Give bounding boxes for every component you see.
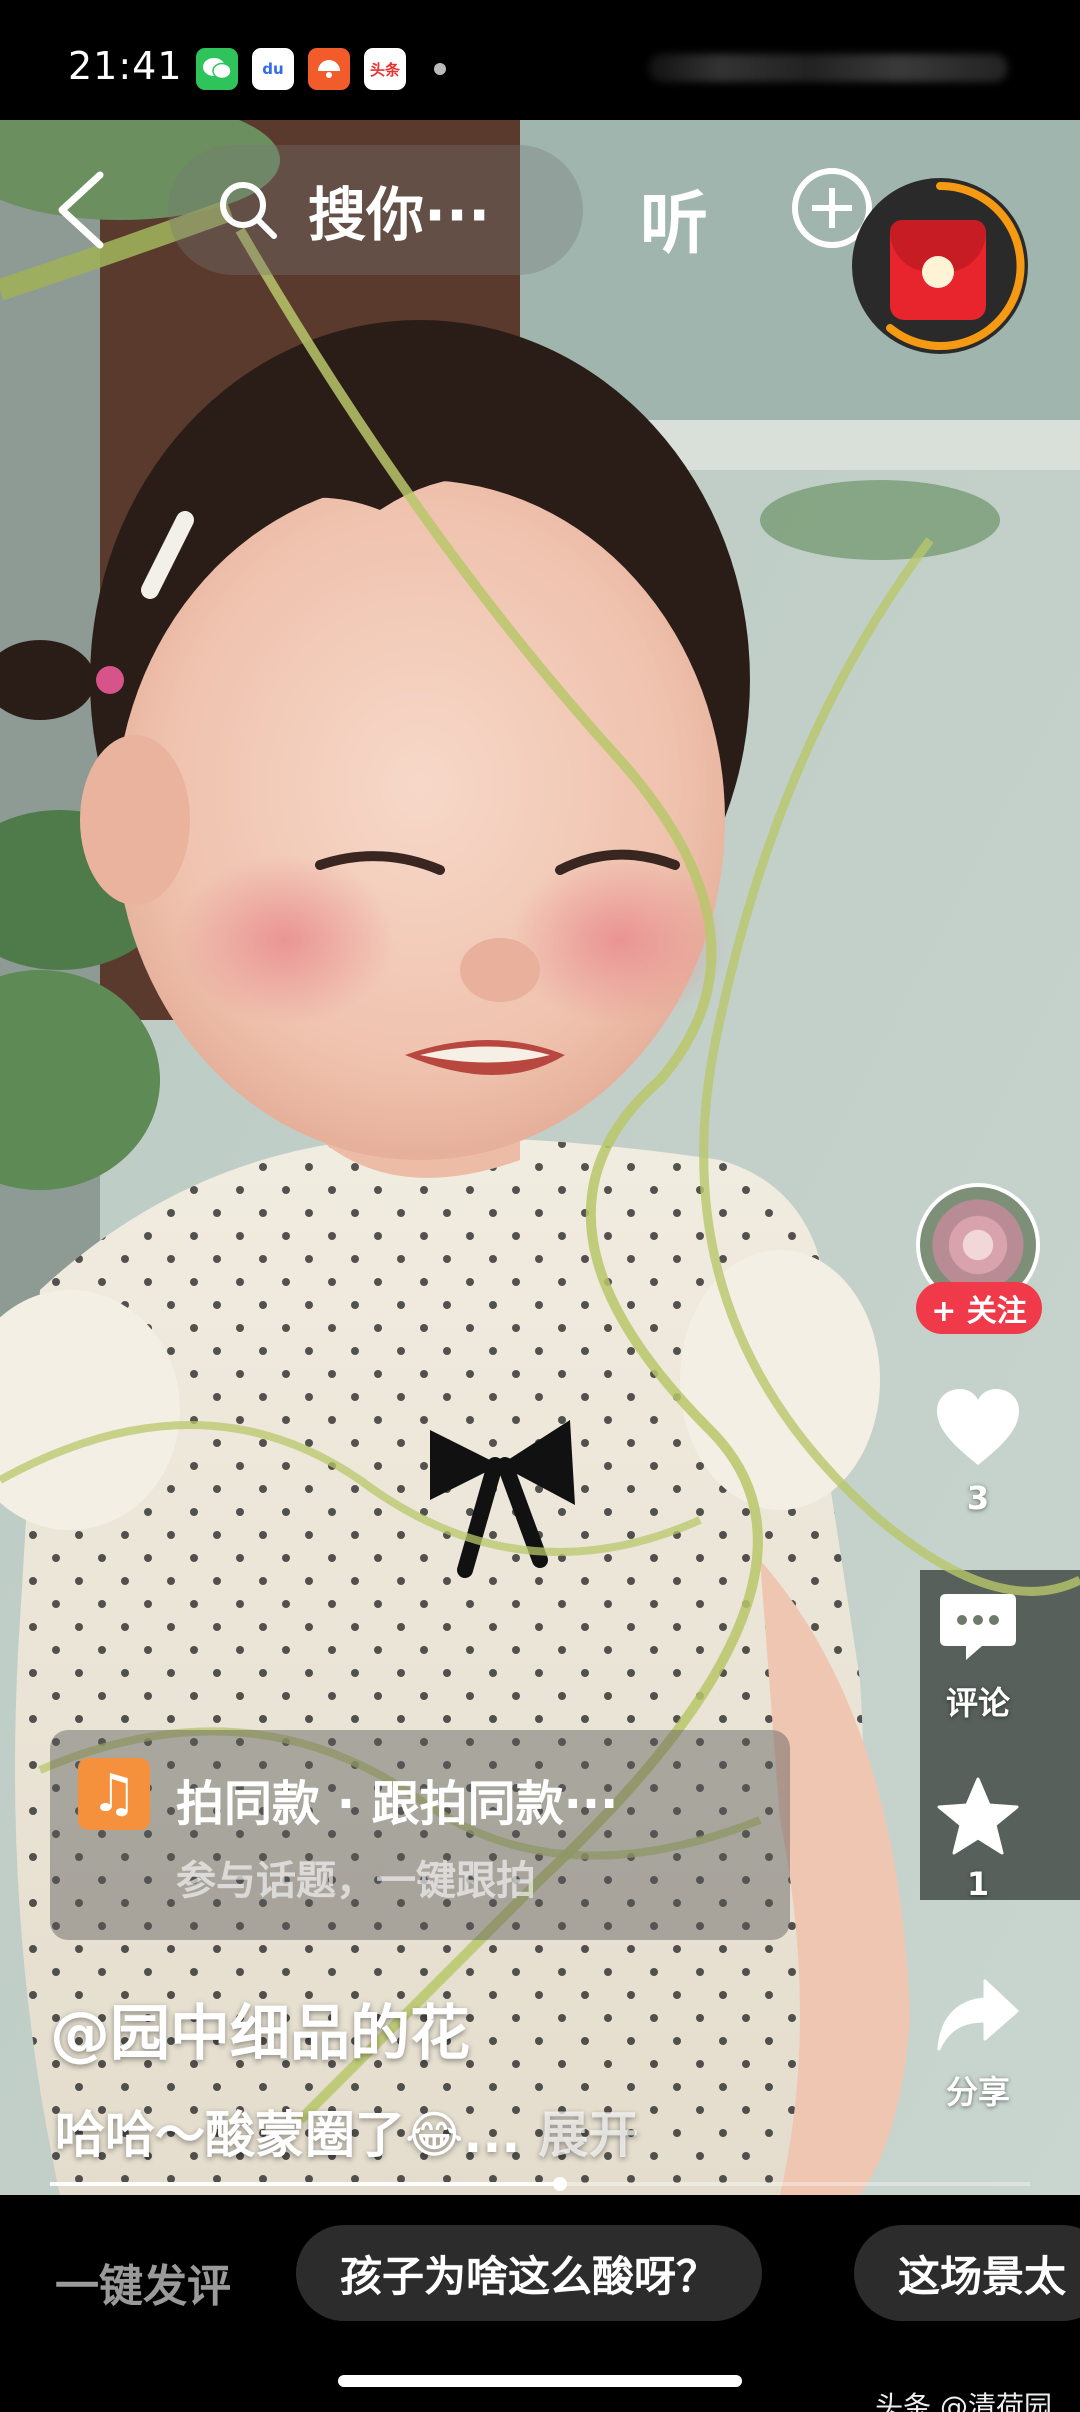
quick-comment-label: 一键发评 [55, 2261, 231, 2312]
search-text: 搜你··· [308, 181, 491, 249]
toutiao-notification-icon: 头条 [364, 48, 406, 90]
status-time: 21:41 [68, 44, 183, 88]
source-watermark: 头条 @清荷园 [875, 2390, 1052, 2412]
like-count: 3 [966, 1479, 990, 1517]
more-notifications-dot [434, 63, 446, 75]
like-button[interactable]: 3 [918, 1385, 1038, 1517]
comment-icon [940, 1594, 1016, 1660]
comment-bar: 一键发评 孩子为啥这么酸呀？ 这场景太 [0, 2195, 1080, 2412]
video-progress-bar[interactable] [50, 2177, 1030, 2191]
search-box[interactable]: 搜你··· [168, 145, 583, 275]
wechat-notification-icon [196, 48, 238, 90]
home-indicator[interactable] [338, 2375, 742, 2387]
comment-button[interactable]: 评论 [918, 1590, 1038, 1724]
suggested-comment-chip[interactable]: 这场景太 [854, 2225, 1080, 2321]
back-button[interactable] [48, 165, 118, 255]
favorite-count: 1 [966, 1865, 990, 1903]
chevron-left-icon [58, 171, 104, 249]
star-icon [937, 1777, 1019, 1855]
challenge-card[interactable]: ♫ 拍同款 · 跟拍同款··· 参与话题，一键跟拍 [50, 1730, 790, 1940]
favorite-button[interactable]: 1 [918, 1775, 1038, 1903]
red-packet-timer-button[interactable] [852, 178, 1028, 354]
challenge-title: 拍同款 · 跟拍同款··· [176, 1776, 619, 1832]
search-icon [220, 182, 277, 239]
share-button[interactable]: 分享 [918, 1975, 1038, 2113]
baidu-notification-icon: du [252, 48, 294, 90]
follow-button[interactable]: + 关注 [916, 1282, 1042, 1334]
comment-label: 评论 [945, 1684, 1010, 1722]
expand-link[interactable]: 展开 [538, 2106, 638, 2164]
heart-icon [937, 1389, 1019, 1465]
post-description: 哈哈～酸蒙圈了😂... 展开 [55, 2095, 638, 2167]
listen-button[interactable]: 听 [640, 168, 708, 267]
description-text: 哈哈～酸蒙圈了😂... [55, 2106, 521, 2164]
share-label: 分享 [945, 2073, 1010, 2111]
music-note-icon: ♫ [78, 1758, 150, 1830]
suggested-comment-chip[interactable]: 孩子为啥这么酸呀？ [296, 2225, 763, 2321]
share-arrow-icon [937, 1979, 1019, 2051]
xigua-notification-icon [308, 48, 350, 90]
progress-handle[interactable] [552, 2177, 567, 2191]
status-indicators [628, 46, 1008, 90]
status-bar: 21:41 du 头条 [0, 0, 1080, 120]
author-name[interactable]: @园中细品的花 [50, 1985, 470, 2072]
challenge-subtitle: 参与话题，一键跟拍 [176, 1858, 536, 1904]
progress-fill [50, 2182, 560, 2186]
notification-icons: du 头条 [196, 48, 446, 90]
